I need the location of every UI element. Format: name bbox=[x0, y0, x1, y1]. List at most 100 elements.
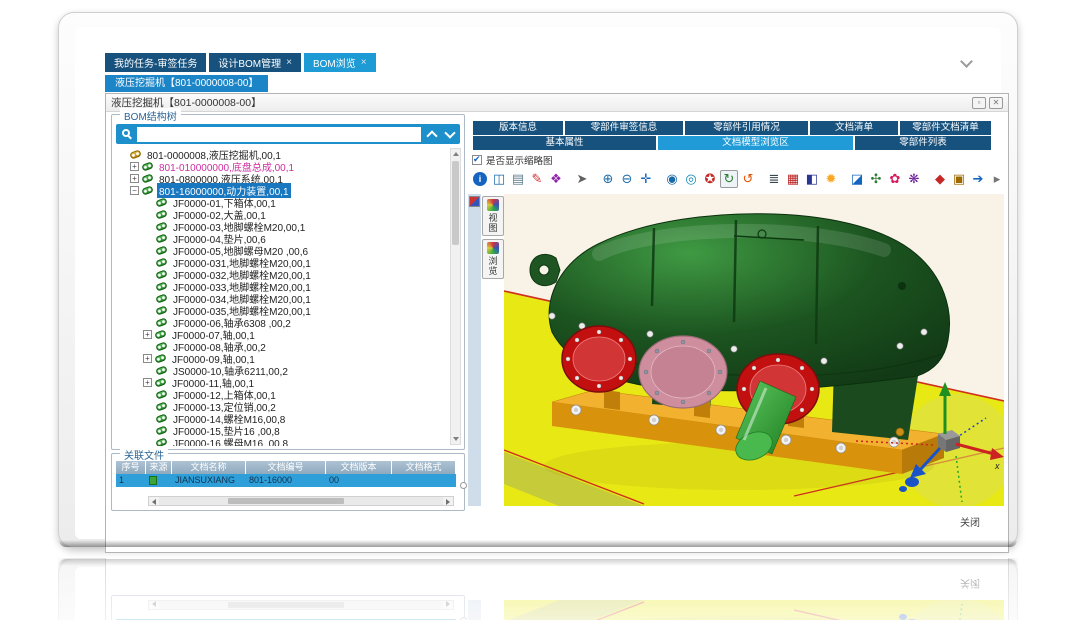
file-cell bbox=[392, 474, 456, 487]
tree-item[interactable]: JF0000-06,轴承6308 ,00,2 bbox=[115, 316, 448, 328]
tree-expander-icon[interactable]: − bbox=[130, 186, 139, 195]
part-table-icon[interactable]: ▦ bbox=[784, 170, 802, 188]
rotate-view-icon[interactable]: ↻ bbox=[720, 170, 738, 188]
file-row[interactable]: 1JIANSUXIANG801-1600000 bbox=[116, 474, 456, 487]
document-tab[interactable]: 液压挖掘机【801-0000008-00】 bbox=[105, 75, 268, 92]
close-window-icon[interactable]: ✕ bbox=[989, 97, 1003, 109]
restore-icon[interactable]: ▫ bbox=[972, 97, 986, 109]
top-tab-label: 设计BOM管理 bbox=[218, 55, 281, 70]
tree-item[interactable]: −801-16000000,动力装置,00,1 bbox=[115, 184, 448, 196]
pan-view-icon[interactable]: ↺ bbox=[739, 170, 757, 188]
part-link-icon bbox=[155, 389, 168, 399]
tree-item[interactable]: JF0000-01,下箱体,00,1 bbox=[115, 196, 448, 208]
thumbnail-icon bbox=[487, 242, 499, 254]
tree-expander-icon[interactable]: + bbox=[130, 162, 139, 171]
part-link-icon bbox=[129, 149, 142, 159]
doc-preview-icon[interactable]: ◫ bbox=[490, 170, 508, 188]
file-cell: 1 bbox=[116, 474, 146, 487]
part-link-icon bbox=[155, 341, 168, 351]
scroll-left-icon[interactable] bbox=[149, 497, 159, 505]
thumbnail-checkbox[interactable] bbox=[472, 155, 482, 165]
column-header: 文档名称 bbox=[172, 461, 246, 474]
light-icon[interactable]: ✹ bbox=[822, 170, 840, 188]
explode-icon[interactable]: ✣ bbox=[867, 170, 885, 188]
part-link-icon bbox=[141, 185, 154, 195]
tree-item[interactable]: JF0000-08,轴承,00,2 bbox=[115, 340, 448, 352]
bom-export-icon[interactable]: ▣ bbox=[950, 170, 968, 188]
tree-expander-icon[interactable]: + bbox=[143, 378, 152, 387]
layers-icon[interactable]: ≣ bbox=[765, 170, 783, 188]
top-tab[interactable]: 我的任务-审签任务 bbox=[105, 53, 206, 72]
markup-icon[interactable]: ✿ bbox=[886, 170, 904, 188]
section-icon[interactable]: ◪ bbox=[848, 170, 866, 188]
fit-window-icon[interactable]: ✛ bbox=[637, 170, 655, 188]
tree-scrollbar[interactable] bbox=[450, 148, 461, 445]
render-mode-icon[interactable]: ❋ bbox=[905, 170, 923, 188]
tree-item[interactable]: JF0000-03,地脚螺栓M20,00,1 bbox=[115, 220, 448, 232]
scroll-thumb[interactable] bbox=[452, 161, 459, 245]
part-link-icon bbox=[155, 293, 168, 303]
right-panel-tab[interactable]: 文档模型浏览区 bbox=[658, 136, 853, 150]
file-cell: 00 bbox=[326, 474, 392, 487]
top-tab[interactable]: 设计BOM管理 × bbox=[209, 53, 301, 72]
tree-expander-icon[interactable]: + bbox=[130, 174, 139, 183]
collapse-chevron-icon[interactable] bbox=[962, 57, 971, 66]
file-table-hscrollbar[interactable] bbox=[148, 496, 454, 506]
column-header: 文档格式 bbox=[392, 461, 456, 474]
tree-item[interactable]: JF0000-12,上箱体,00,1 bbox=[115, 388, 448, 400]
zoom-window-icon[interactable]: ◉ bbox=[663, 170, 681, 188]
search-next-icon[interactable] bbox=[442, 127, 457, 142]
right-panel-tab[interactable]: 零部件审签信息 bbox=[565, 121, 683, 135]
tree-item[interactable]: +JF0000-07,轴,00,1 bbox=[115, 328, 448, 340]
app-window: 我的任务-审签任务设计BOM管理×BOM浏览× 液压挖掘机【801-000000… bbox=[58, 12, 1018, 548]
x-axis-label: x bbox=[994, 461, 1000, 471]
viewer-side-tab[interactable]: 浏览 bbox=[482, 239, 504, 279]
part-link-icon bbox=[155, 233, 168, 243]
tab-close-icon[interactable]: × bbox=[361, 57, 367, 68]
color-settings-icon[interactable] bbox=[469, 196, 480, 207]
viewer-side-tab[interactable]: 视图 bbox=[482, 196, 504, 236]
tree-item[interactable]: JS0000-10,轴承6211,00,2 bbox=[115, 364, 448, 376]
annotate-pencil-icon[interactable]: ✎ bbox=[528, 170, 546, 188]
info-icon[interactable]: i bbox=[473, 172, 487, 186]
right-panel-tab[interactable]: 零部件引用情况 bbox=[685, 121, 808, 135]
3d-viewport[interactable]: x bbox=[504, 194, 1004, 506]
part-link-icon bbox=[155, 437, 168, 446]
document-viewer: 视图浏览 bbox=[468, 194, 1004, 506]
right-tab-row-2: 基本属性文档模型浏览区零部件列表 bbox=[473, 136, 991, 150]
hscroll-thumb[interactable] bbox=[228, 498, 344, 504]
tab-close-icon[interactable]: × bbox=[286, 57, 292, 68]
more-tools-icon[interactable]: ▸ bbox=[988, 170, 1006, 188]
thumbnail-icon bbox=[487, 199, 499, 211]
search-input[interactable] bbox=[137, 127, 421, 142]
snapshot-icon[interactable]: ➔ bbox=[969, 170, 987, 188]
part-link-icon bbox=[155, 269, 168, 279]
views-icon[interactable]: ◧ bbox=[803, 170, 821, 188]
close-button[interactable]: 关闭 bbox=[960, 514, 980, 529]
right-panel-tab[interactable]: 零部件文档清单 bbox=[900, 121, 991, 135]
thumbnail-option-row: 是否显示缩略图 bbox=[472, 153, 553, 166]
paint-icon[interactable]: ❖ bbox=[547, 170, 565, 188]
select-cursor-icon[interactable]: ➤ bbox=[573, 170, 591, 188]
scroll-down-icon[interactable] bbox=[451, 434, 460, 444]
tree-item[interactable]: JF0000-16,螺母M16 ,00,8 bbox=[115, 436, 448, 446]
tree-expander-icon[interactable]: + bbox=[143, 330, 152, 339]
right-panel-tab[interactable]: 文档清单 bbox=[810, 121, 898, 135]
zoom-dynamic-icon[interactable]: ◎ bbox=[682, 170, 700, 188]
search-prev-icon[interactable] bbox=[424, 127, 439, 142]
row-handle-icon[interactable] bbox=[460, 482, 467, 489]
scroll-up-icon[interactable] bbox=[451, 149, 460, 159]
tree-item[interactable]: +JF0000-11,轴,00,1 bbox=[115, 376, 448, 388]
search-icon bbox=[122, 129, 130, 137]
zoom-out-icon[interactable]: ⊖ bbox=[618, 170, 636, 188]
right-panel-tab[interactable]: 零部件列表 bbox=[855, 136, 991, 150]
measure-icon[interactable]: ◆ bbox=[931, 170, 949, 188]
tree-expander-icon[interactable]: + bbox=[143, 354, 152, 363]
rotate-target-icon[interactable]: ✪ bbox=[701, 170, 719, 188]
right-panel-tab[interactable]: 基本属性 bbox=[473, 136, 656, 150]
right-panel-tab[interactable]: 版本信息 bbox=[473, 121, 563, 135]
zoom-in-icon[interactable]: ⊕ bbox=[599, 170, 617, 188]
scroll-right-icon[interactable] bbox=[443, 497, 453, 505]
top-tab[interactable]: BOM浏览× bbox=[304, 53, 376, 72]
print-icon[interactable]: ▤ bbox=[509, 170, 527, 188]
